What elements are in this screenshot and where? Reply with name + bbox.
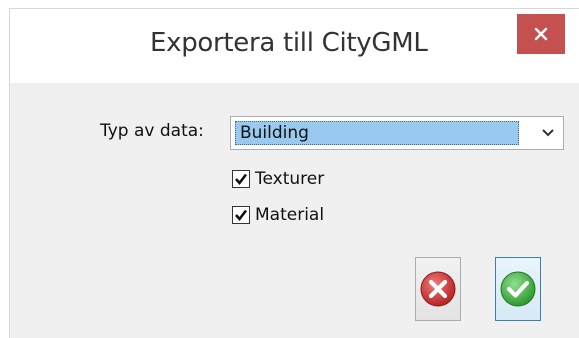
data-type-label: Typ av data: <box>100 121 204 141</box>
close-button[interactable] <box>517 14 565 54</box>
data-type-value: Building <box>235 121 519 145</box>
data-type-select[interactable]: Building <box>230 116 564 150</box>
material-checkbox[interactable] <box>232 206 250 224</box>
cancel-button[interactable] <box>415 257 461 321</box>
texturer-checkbox[interactable] <box>232 170 250 188</box>
chevron-down-icon[interactable] <box>541 127 555 139</box>
ok-check-icon <box>500 271 536 307</box>
cancel-x-icon <box>420 271 456 307</box>
ok-button[interactable] <box>495 257 541 321</box>
texturer-option[interactable]: Texturer <box>232 169 324 189</box>
checkmark-icon <box>235 173 248 186</box>
export-dialog: Exportera till CityGML Typ av data: Buil… <box>9 8 579 338</box>
texturer-label: Texturer <box>255 169 325 189</box>
title-bar: Exportera till CityGML <box>10 9 579 83</box>
close-icon <box>534 27 548 41</box>
material-label: Material <box>255 205 325 225</box>
material-option[interactable]: Material <box>232 205 324 225</box>
dialog-title: Exportera till CityGML <box>150 28 428 58</box>
checkmark-icon <box>235 209 248 222</box>
